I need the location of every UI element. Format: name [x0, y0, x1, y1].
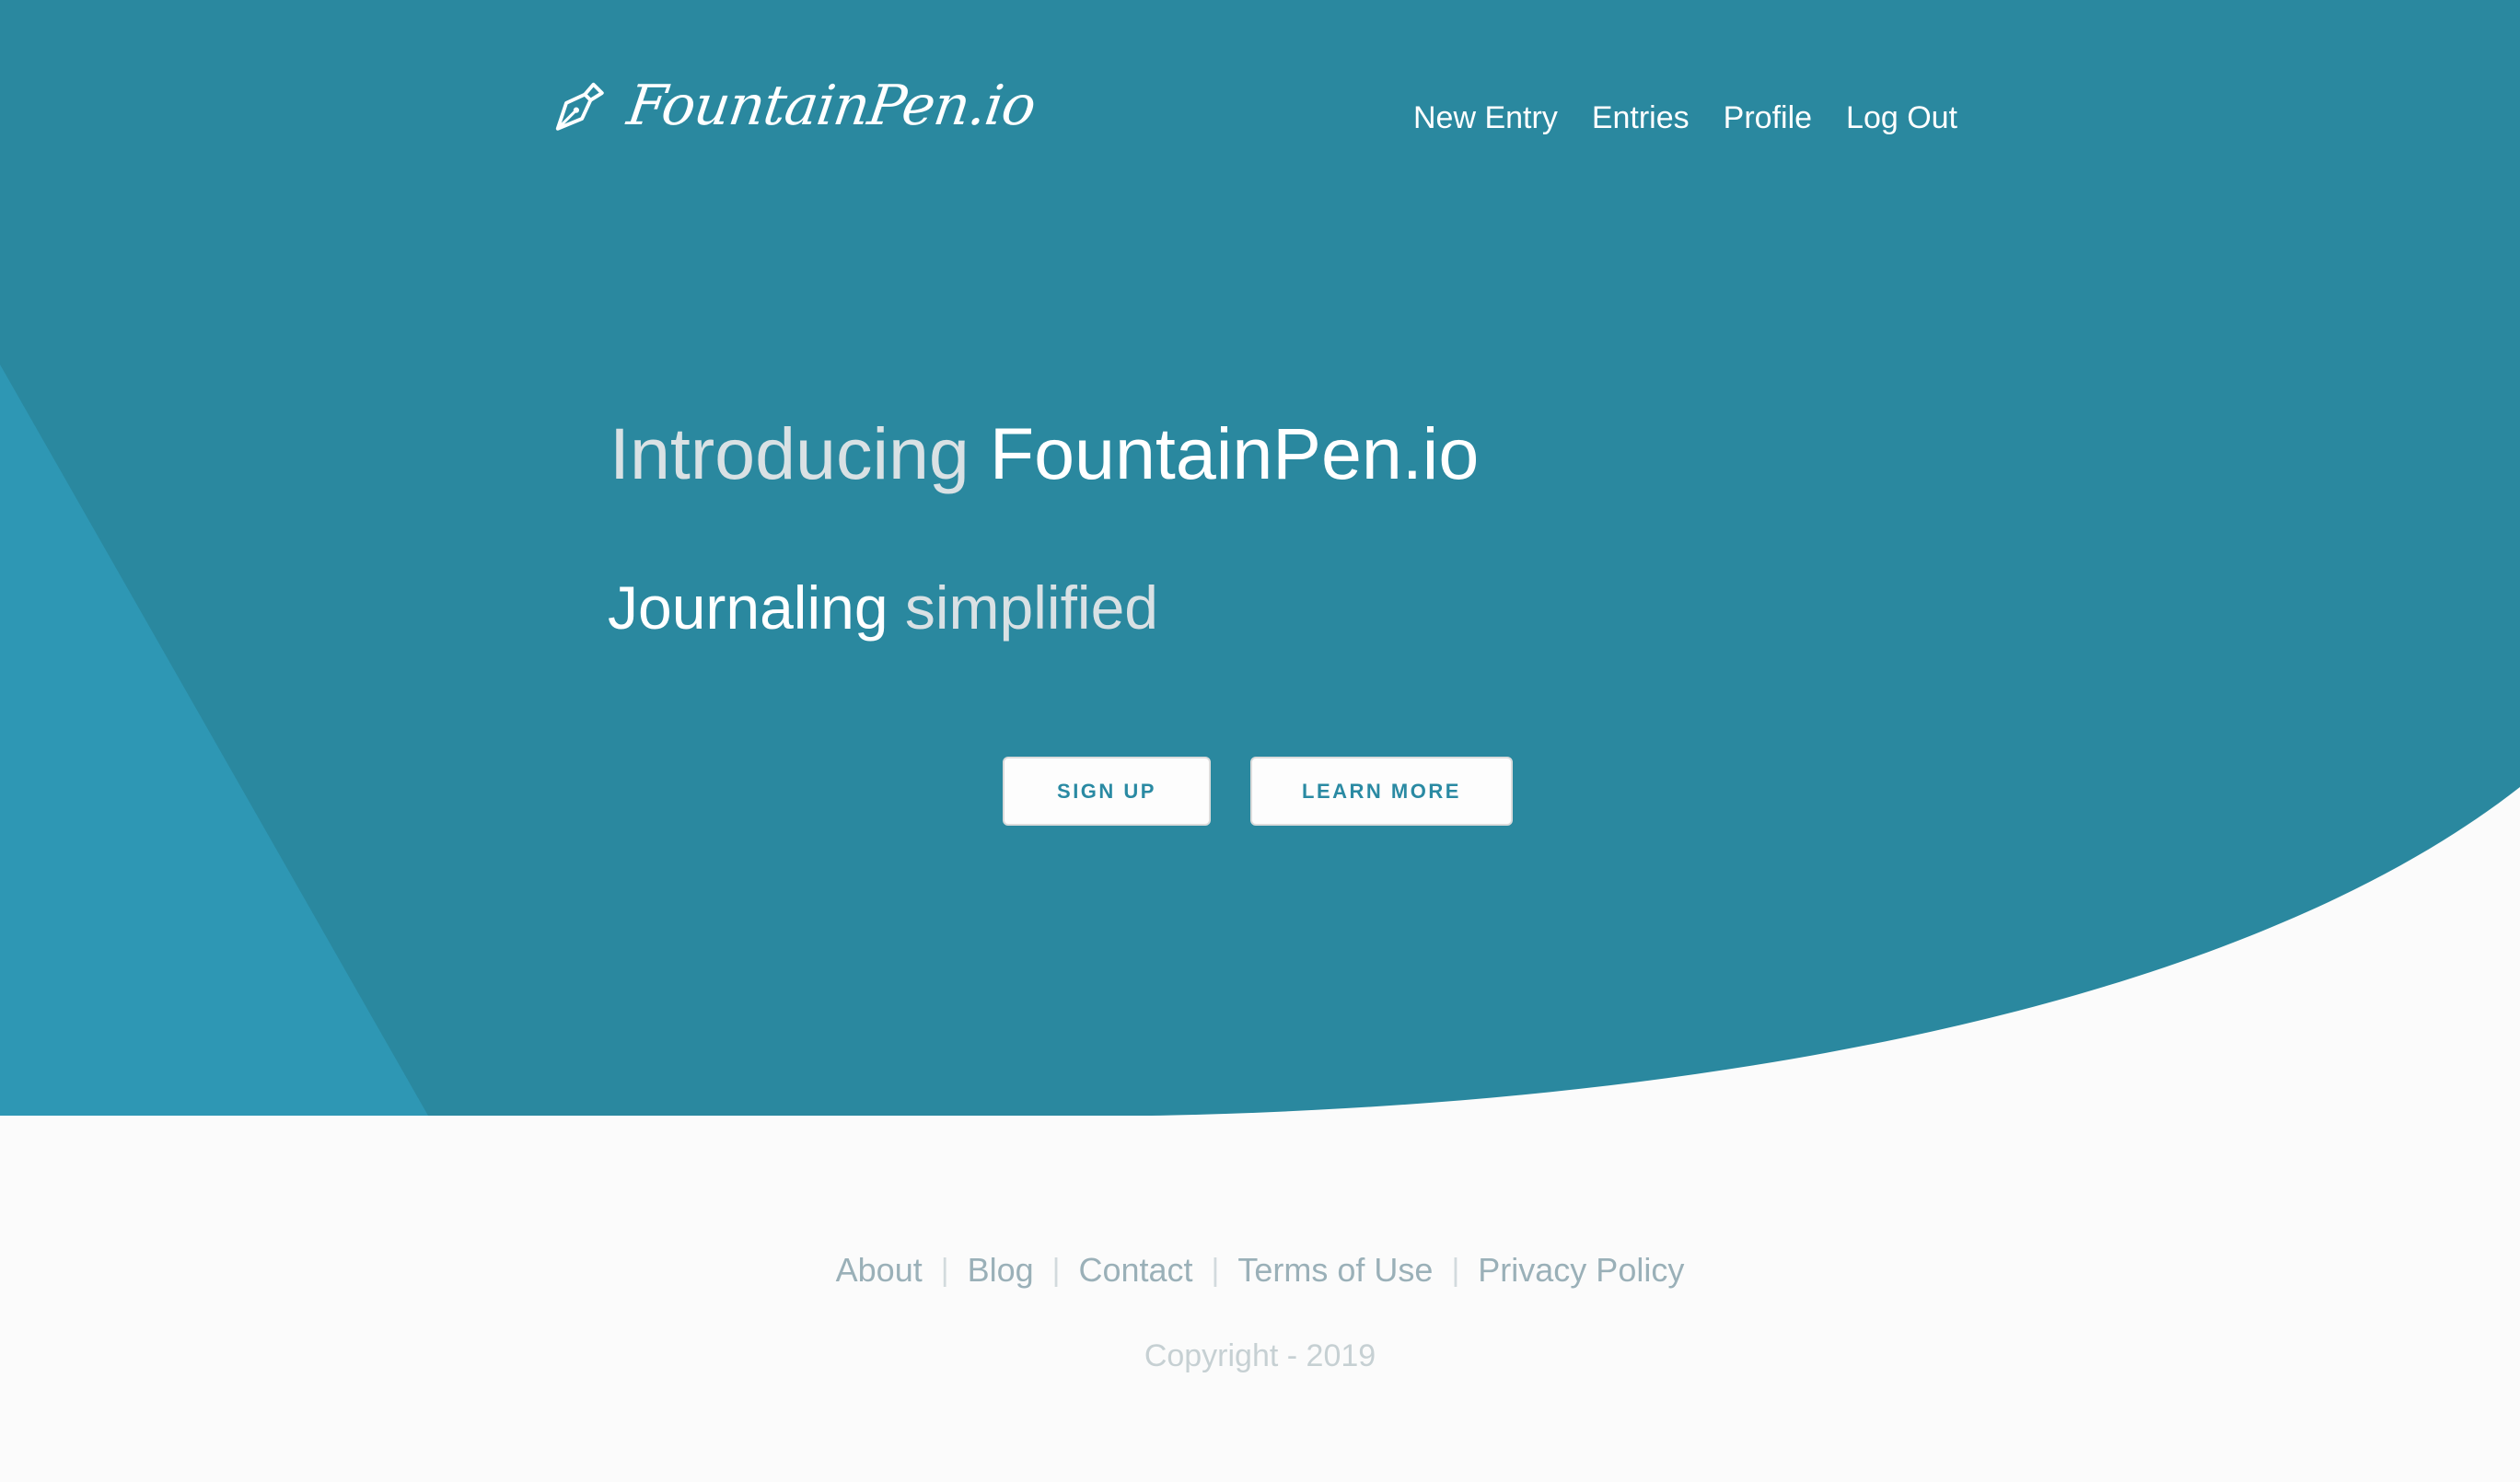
learn-more-button[interactable]: LEARN MORE [1250, 757, 1513, 826]
footer-link-blog[interactable]: Blog [968, 1245, 1034, 1296]
nav-log-out[interactable]: Log Out [1846, 96, 1957, 140]
subhead-journaling: Journaling [608, 573, 888, 642]
nav-entries[interactable]: Entries [1592, 96, 1690, 140]
nav-new-entry[interactable]: New Entry [1413, 96, 1558, 140]
footer-link-about[interactable]: About [836, 1245, 923, 1296]
footer-link-privacy[interactable]: Privacy Policy [1478, 1245, 1684, 1296]
hero-headline: Introducing FountainPen.io [610, 403, 1479, 504]
footer-link-contact[interactable]: Contact [1078, 1245, 1192, 1296]
headline-brand: FountainPen.io [989, 412, 1480, 494]
site-logo[interactable]: FountainPen.io [551, 74, 1039, 138]
footer-link-terms[interactable]: Terms of Use [1237, 1245, 1433, 1296]
footer-links: About | Blog | Contact | Terms of Use | … [0, 1245, 2520, 1296]
site-header: FountainPen.io New Entry Entries Profile… [0, 0, 2520, 230]
hero-subheading: Journaling simplified [608, 563, 1158, 652]
sign-up-button[interactable]: SIGN UP [1003, 757, 1211, 826]
footer-separator: | [1211, 1252, 1220, 1288]
fountain-pen-nib-icon [555, 82, 604, 131]
footer-separator: | [1451, 1252, 1460, 1288]
main-nav: New Entry Entries Profile Log Out [1413, 96, 1957, 140]
nav-profile[interactable]: Profile [1724, 96, 1812, 140]
logo-text: FountainPen.io [623, 74, 1039, 138]
footer-separator: | [940, 1252, 949, 1288]
subhead-simplified: simplified [904, 573, 1158, 642]
footer-separator: | [1051, 1252, 1061, 1288]
headline-intro: Introducing [610, 412, 970, 494]
copyright-text: Copyright - 2019 [1144, 1338, 1376, 1373]
